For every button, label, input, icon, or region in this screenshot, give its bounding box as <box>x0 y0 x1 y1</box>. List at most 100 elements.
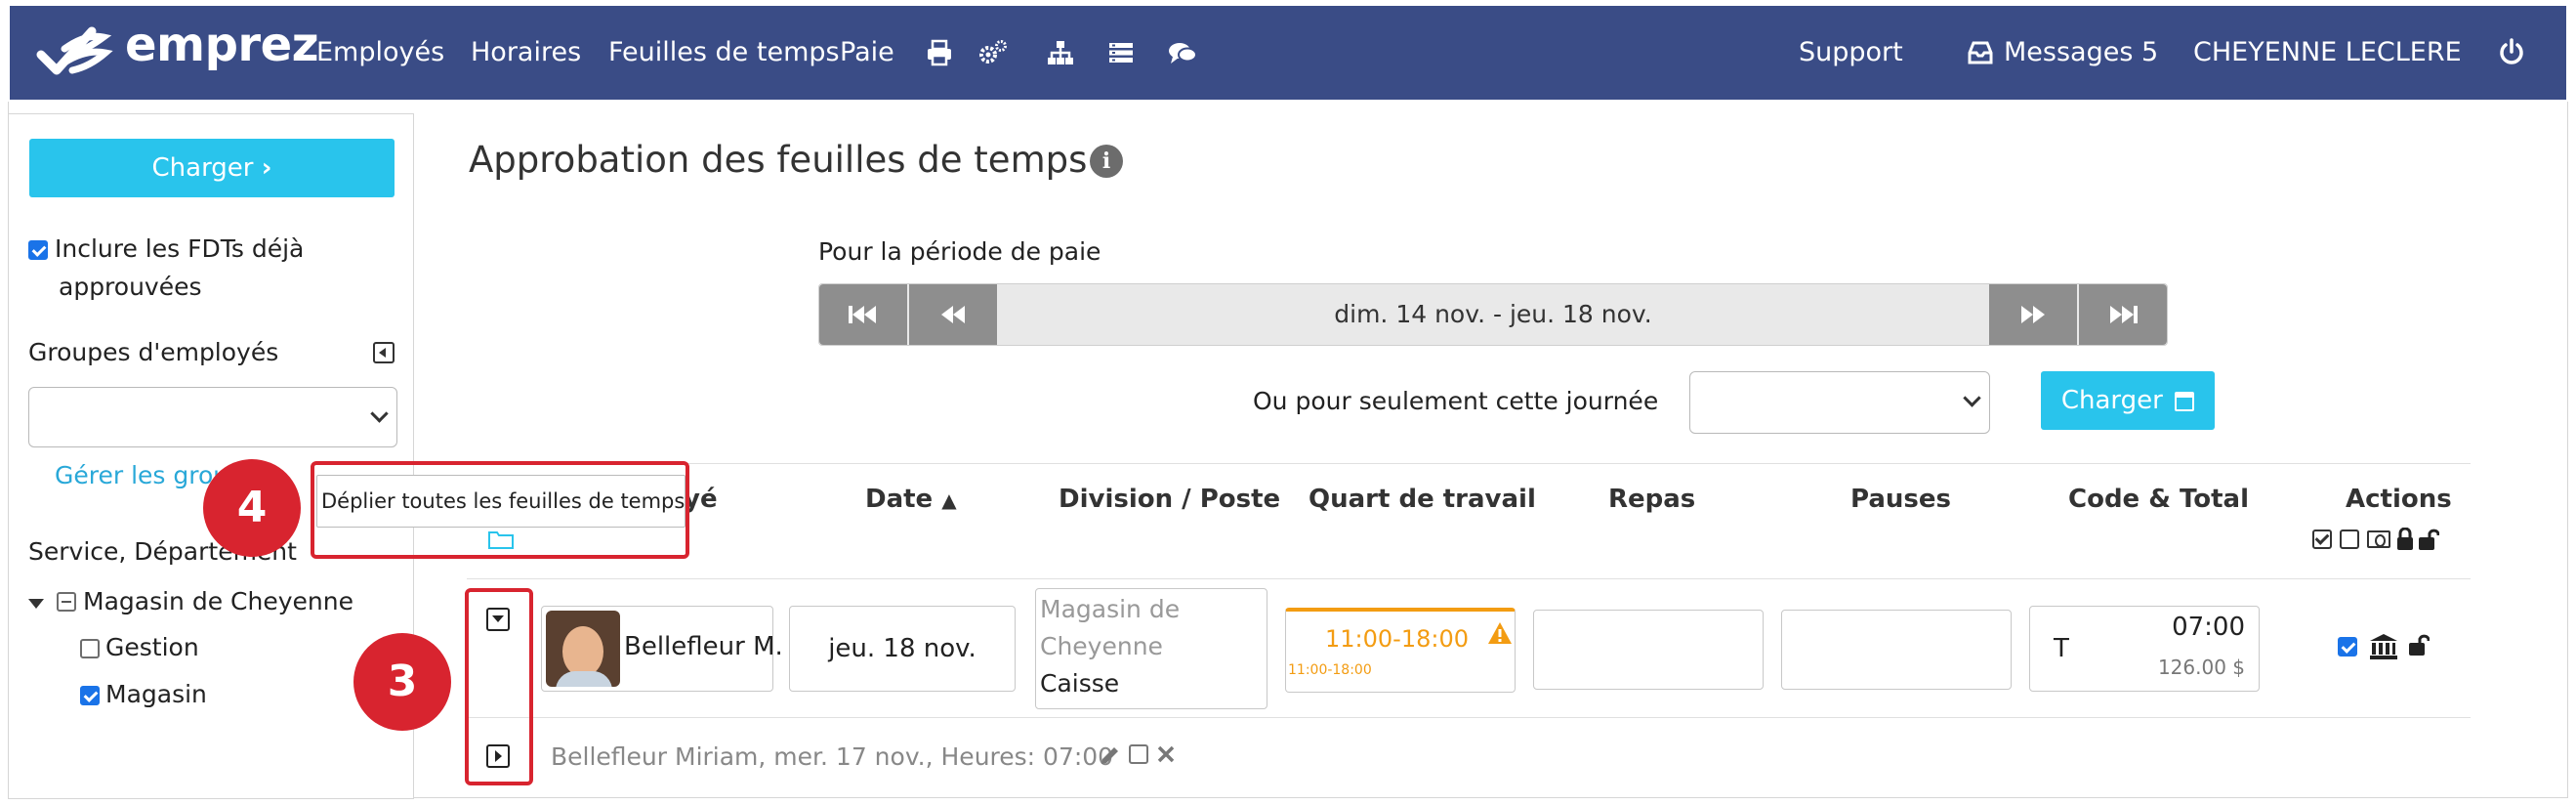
tree-expand-icon[interactable] <box>28 599 44 609</box>
tree-root-label: Magasin de Cheyenne <box>83 587 353 615</box>
include-approved-label-line2: approuvées <box>59 273 202 301</box>
chevron-down-icon <box>1963 389 1981 407</box>
col-shift: Quart de travail <box>1309 485 1536 514</box>
next-period-button[interactable] <box>1989 284 2077 345</box>
emprez-logo-icon[interactable] <box>35 20 113 82</box>
division-line2: Cheyenne <box>1040 632 1163 660</box>
sub-row-summary: Bellefleur Miriam, mer. 17 nov., Heures:… <box>551 742 1114 771</box>
single-day-label: Ou pour seulement cette journée <box>1253 387 1659 415</box>
sidebar-load-label: Charger <box>151 153 254 183</box>
row-unlock-icon[interactable] <box>2408 633 2431 660</box>
sub-row-checkbox-icon[interactable] <box>1129 744 1148 764</box>
meals-cell[interactable] <box>1533 610 1764 690</box>
lock-icon[interactable] <box>2396 527 2414 555</box>
tree-root-checkbox[interactable] <box>57 592 76 612</box>
breaks-cell[interactable] <box>1781 610 2012 690</box>
nav-messages[interactable]: Messages 5 <box>2004 6 2158 100</box>
delete-icon[interactable] <box>1156 744 1176 768</box>
unapprove-all-icon[interactable] <box>2340 530 2359 549</box>
expand-all-tooltip: Déplier toutes les feuilles de temps <box>316 475 686 528</box>
row-toggle-highlight-box <box>465 588 533 785</box>
money-icon[interactable] <box>2367 530 2390 548</box>
chevron-right-icon: › <box>261 153 272 183</box>
sidebar-load-button[interactable]: Charger › <box>29 139 395 197</box>
load-day-label: Charger <box>2060 386 2163 415</box>
brand-name[interactable]: emprez <box>125 18 319 72</box>
employee-cell[interactable]: Bellefleur M. <box>541 606 783 692</box>
nav-employes[interactable]: Employés <box>316 6 444 100</box>
print-icon[interactable] <box>926 39 953 66</box>
approve-all-icon[interactable] <box>2312 530 2332 549</box>
chevron-down-icon <box>370 404 389 423</box>
nav-horaires[interactable]: Horaires <box>471 6 581 100</box>
divider <box>467 717 2471 718</box>
nav-support[interactable]: Support <box>1799 6 1903 100</box>
period-range: dim. 14 nov. - jeu. 18 nov. <box>1334 300 1652 328</box>
code-label: T <box>2054 634 2069 663</box>
employee-name: Bellefleur M. <box>624 632 783 661</box>
col-breaks: Pauses <box>1850 485 1951 514</box>
pay-period-label: Pour la période de paie <box>818 237 1101 266</box>
divider <box>467 578 2471 579</box>
col-date-sortable[interactable]: Date ▲︎ <box>865 485 957 514</box>
avatar <box>546 611 620 687</box>
load-day-button[interactable]: Charger <box>2041 371 2215 430</box>
code-total-cell[interactable]: T 07:00 126.00 $ <box>2029 606 2260 692</box>
date-cell: jeu. 18 nov. <box>789 606 1016 692</box>
previous-period-button[interactable] <box>909 284 997 345</box>
col-meals: Repas <box>1608 485 1696 514</box>
manage-groups-link[interactable]: Gérer les grou <box>55 461 229 489</box>
last-period-button[interactable] <box>2079 284 2167 345</box>
include-approved-checkbox[interactable] <box>28 240 48 260</box>
sitemap-icon[interactable] <box>1047 39 1074 66</box>
sidebar <box>8 113 414 799</box>
col-division: Division / Poste <box>1059 485 1281 514</box>
tree-item-gestion-label: Gestion <box>105 633 199 661</box>
tree-item-magasin-label: Magasin <box>105 680 207 708</box>
power-icon[interactable] <box>2498 37 2525 64</box>
total-amount: 126.00 $ <box>2157 656 2245 679</box>
cogs-icon[interactable] <box>978 39 1007 66</box>
col-code-total: Code & Total <box>2068 485 2249 514</box>
navbar: emprez Employés Horaires Feuilles de tem… <box>10 6 2566 100</box>
sort-icon: ▲︎ <box>941 488 957 512</box>
first-period-button[interactable] <box>819 284 907 345</box>
tooltip-text: Déplier toutes les feuilles de temps <box>321 489 686 513</box>
page-title: Approbation des feuilles de temps <box>469 139 1088 181</box>
shift-cell[interactable]: 11:00-18:00 11:00-18:00 <box>1285 608 1516 693</box>
division-line1: Magasin de <box>1040 595 1181 623</box>
nav-feuilles-de-temps[interactable]: Feuilles de temps <box>608 6 840 100</box>
tree-item-gestion-checkbox[interactable] <box>80 639 100 658</box>
actions-header-icons <box>2312 527 2440 551</box>
shift-time: 11:00-18:00 <box>1325 625 1469 653</box>
unlock-icon[interactable] <box>2418 528 2440 555</box>
tree-item-magasin-checkbox[interactable] <box>80 686 100 705</box>
info-icon[interactable]: i <box>1090 145 1123 178</box>
collapse-panel-icon[interactable] <box>373 342 395 363</box>
row-date: jeu. 18 nov. <box>828 634 976 663</box>
position-label: Caisse <box>1040 669 1120 698</box>
include-approved-label-line1: Inclure les FDTs déjà <box>55 234 305 263</box>
callout-four: 4 <box>203 459 301 557</box>
comments-icon[interactable] <box>1168 39 1197 66</box>
single-day-select[interactable] <box>1689 371 1990 434</box>
callout-three: 3 <box>353 633 451 731</box>
nav-paie[interactable]: Paie <box>840 6 894 100</box>
division-cell[interactable]: Magasin de Cheyenne Caisse <box>1035 588 1267 709</box>
col-date: Date <box>865 485 934 514</box>
row-approve-checkbox[interactable] <box>2338 637 2357 657</box>
folder-icon[interactable] <box>488 530 514 553</box>
edit-icon[interactable] <box>1100 744 1121 770</box>
pay-period-pager: dim. 14 nov. - jeu. 18 nov. <box>818 283 2168 346</box>
divider <box>467 463 2471 464</box>
employee-groups-label: Groupes d'employés <box>28 338 279 366</box>
list-icon[interactable] <box>1107 39 1135 66</box>
bank-icon[interactable] <box>2369 633 2398 664</box>
employee-groups-select[interactable] <box>28 387 397 447</box>
calendar-icon <box>2175 392 2195 411</box>
total-time: 07:00 <box>2172 613 2245 642</box>
shift-time-small: 11:00-18:00 <box>1288 662 1372 678</box>
col-actions: Actions <box>2346 485 2452 514</box>
nav-user-name[interactable]: CHEYENNE LECLERE <box>2193 6 2462 100</box>
warning-icon[interactable] <box>1487 621 1513 649</box>
